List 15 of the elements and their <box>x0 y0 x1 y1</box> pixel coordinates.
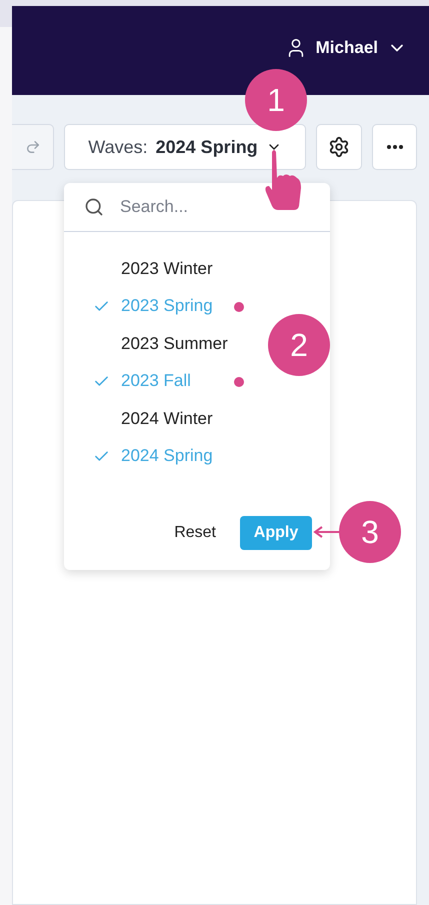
settings-icon <box>328 136 350 158</box>
redo-button[interactable] <box>12 124 54 170</box>
wave-option[interactable]: 2024 Winter <box>121 408 213 429</box>
hand-cursor-icon <box>264 148 304 210</box>
more-icon <box>386 145 402 149</box>
user-menu-button[interactable]: Michael <box>284 36 407 58</box>
search-icon <box>84 197 104 217</box>
redo-icon <box>25 139 41 155</box>
wave-option[interactable]: 2023 Summer <box>121 334 228 354</box>
pointer-arrow <box>313 526 340 538</box>
settings-button[interactable] <box>316 124 362 170</box>
waves-dropdown-button[interactable]: Waves: 2024 Spring <box>64 124 306 170</box>
reset-button[interactable]: Reset <box>174 524 216 542</box>
wave-option[interactable]: 2023 Winter <box>121 258 213 279</box>
more-button[interactable] <box>372 124 417 170</box>
